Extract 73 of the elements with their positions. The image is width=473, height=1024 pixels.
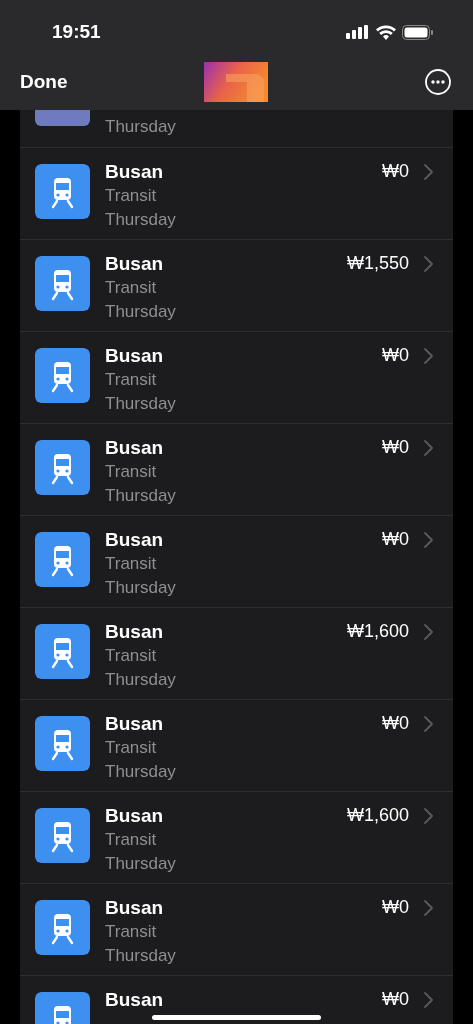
transaction-row[interactable]: Busan Transit Thursday ₩1,600 [20,607,453,699]
transaction-place: Busan [105,436,165,460]
chevron-icon [424,900,433,916]
chevron-icon [424,256,433,272]
transaction-row[interactable]: Busan Transit Thursday ₩0 [20,147,453,239]
transaction-place: Busan [105,160,165,184]
transaction-amount: ₩0 [382,437,409,458]
transaction-place: Busan [105,252,165,276]
chevron-icon [424,992,433,1008]
chevron-icon [424,440,433,456]
transaction-date: Thursday [105,301,177,323]
transaction-amount: ₩0 [382,713,409,734]
chevron-icon [424,532,433,548]
transaction-category: Transit [105,277,158,299]
transaction-amount: ₩1,550 [346,253,409,274]
transaction-date: Thursday [105,485,177,507]
chevron-icon [424,716,433,732]
transaction-place: Busan [105,712,165,736]
train-icon [35,348,90,403]
train-icon [35,256,90,311]
transaction-row[interactable]: Busan Transit Thursday ₩0 [20,423,453,515]
more-icon[interactable] [425,69,451,95]
transaction-place: Busan [105,344,165,368]
chevron-icon [424,624,433,640]
train-icon [35,900,90,955]
transaction-row[interactable]: Busan Transit Thursday ₩0 [20,515,453,607]
transaction-place: Busan [105,988,165,1012]
wifi-icon [376,24,396,40]
train-icon [35,624,90,679]
transaction-amount: ₩0 [382,161,409,182]
status-time: 19:51 [52,21,101,43]
chevron-icon [424,348,433,364]
transaction-amount: ₩1,600 [346,621,409,642]
transaction-date: Thursday [105,577,177,599]
transaction-category: Transit [105,645,158,667]
train-icon [35,164,90,219]
signal-icon [346,25,370,39]
done-button[interactable]: Done [20,71,96,93]
transaction-date: Thursday [105,116,177,138]
train-icon [35,716,90,771]
transaction-category: Transit [105,553,158,575]
transaction-amount: ₩0 [382,529,409,550]
transaction-row[interactable]: Busan Transit Thursday ₩0 [20,699,453,791]
transaction-place: Busan [105,804,165,828]
transaction-category: Transit [105,829,158,851]
transaction-category: Transit [105,737,158,759]
transaction-place: Busan [105,620,165,644]
transaction-date: Thursday [105,945,177,967]
transaction-category: Transit [105,921,158,943]
train-icon [35,532,90,587]
transaction-category: Transit [105,461,158,483]
transaction-row[interactable]: Busan Transit Thursday ₩0 [20,331,453,423]
transaction-row[interactable]: Busan Transit Thursday ₩0 [20,883,453,975]
transaction-row[interactable]: Busan Transit Thursday ₩1,550 [20,239,453,331]
transaction-category: Transit [105,369,158,391]
battery-icon [402,24,433,40]
transaction-amount: ₩0 [382,345,409,366]
chevron-icon [424,808,433,824]
transaction-row[interactable]: Busan Transit Thursday ₩1,600 [20,791,453,883]
train-icon [35,808,90,863]
transaction-date: Thursday [105,669,177,691]
transaction-place: Busan [105,896,165,920]
transaction-amount: ₩0 [382,897,409,918]
transaction-date: Thursday [105,209,177,231]
chevron-icon [424,164,433,180]
transaction-category: Transit [105,185,158,207]
train-icon [35,440,90,495]
transaction-place: Busan [105,528,165,552]
transaction-date: Thursday [105,393,177,415]
transaction-amount: ₩1,600 [346,805,409,826]
transaction-date: Thursday [105,761,177,783]
transaction-date: Thursday [105,853,177,875]
transaction-amount: ₩0 [382,989,409,1010]
